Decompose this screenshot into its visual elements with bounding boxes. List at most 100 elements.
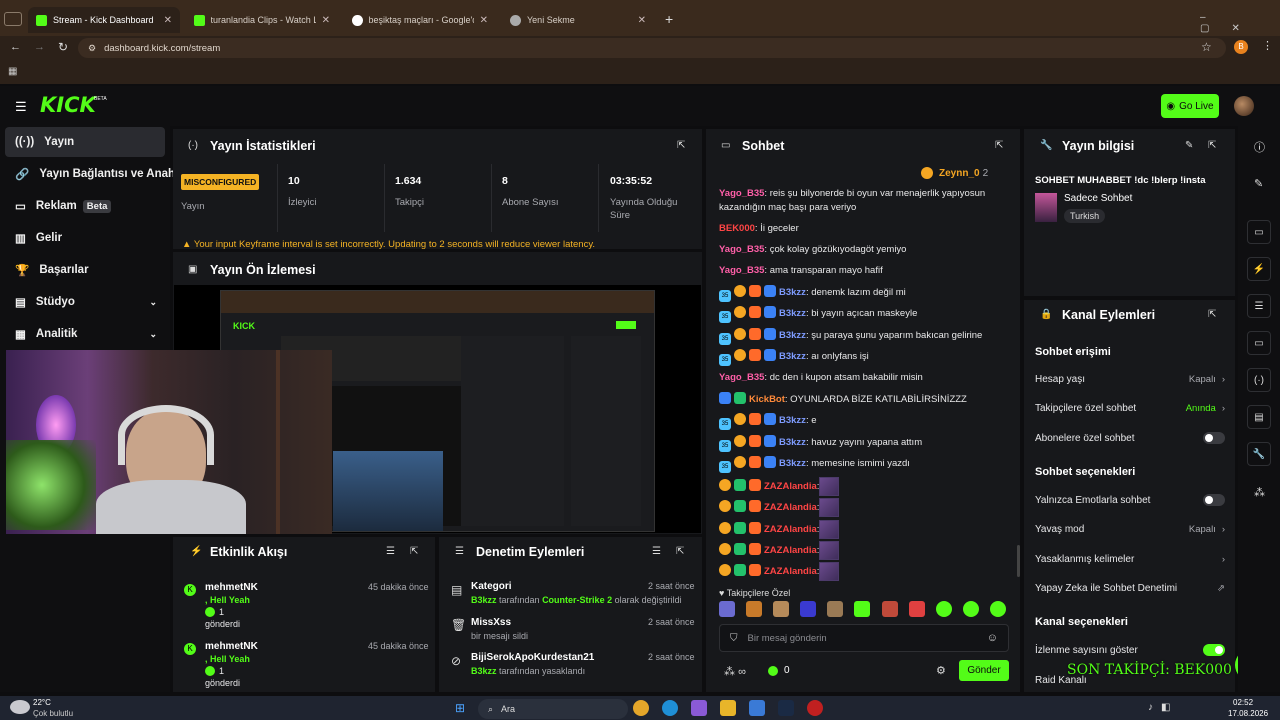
chat-username[interactable]: B3kzz [779,437,806,448]
setting-banned-words[interactable]: Yasaklanmış kelimeler › [1035,552,1225,566]
chat-message[interactable]: Yago_B35: çok kolay gözükıyodagöt yemiyo [719,243,1009,257]
chat-message[interactable]: Yago_B35: dc den i kupon atsam bakabilir… [719,371,1009,385]
chrome-taskbar-icon[interactable] [633,700,649,716]
rail-list-icon[interactable]: ☰ [1247,294,1271,318]
sidebar-item-analytics[interactable]: ▦ Analitik ⌄ [5,319,165,349]
chat-emote[interactable] [819,498,840,517]
rail-users-icon[interactable]: ⁂ [1254,486,1265,499]
chat-message[interactable]: ZAZAlandia: [719,541,1009,560]
setting-followers-only[interactable]: Takipçilere özel sohbet Anında › [1035,401,1225,415]
profile-icon[interactable]: B [1234,40,1248,54]
setting-slow-mode[interactable]: Yavaş mod Kapalı › [1035,522,1225,536]
hamburger-menu-icon[interactable]: ☰ [15,99,27,115]
chat-emote[interactable] [819,477,840,496]
chat-username[interactable]: B3kzz [779,351,806,362]
rail-wrench-icon[interactable]: 🔧 [1247,442,1271,466]
browser-menu-icon[interactable]: ⋮ [1262,39,1273,52]
chat-message[interactable]: Yago_B35: reis şu bilyonerde bi oyun var… [719,187,1009,215]
chat-username[interactable]: BEK000 [719,223,755,234]
browser-tab-clips[interactable]: turanlandia Clips - Watch Live o ✕ [186,7,338,33]
chat-username[interactable]: B3kzz [779,308,806,319]
chat-message[interactable]: 35 B3kzz: aı onlyfans işi [719,349,1009,366]
rail-chat-icon[interactable]: ▭ [1247,331,1271,355]
close-tab-icon[interactable]: ✕ [638,15,646,26]
new-tab-icon[interactable]: + [665,11,673,27]
rail-lightning-icon[interactable]: ⚡ [1247,257,1271,281]
sidebar-item-stream[interactable]: ((·)) Yayın [5,127,165,157]
site-info-icon[interactable]: ⚙ [88,43,96,54]
chat-emote[interactable] [819,541,840,560]
windows-start-icon[interactable]: ⊞ [455,701,465,715]
system-tray-icons[interactable]: ♪◧ [1148,702,1178,713]
close-tab-icon[interactable]: ✕ [164,15,172,26]
popout-icon[interactable]: ⇱ [1208,140,1216,151]
chat-username[interactable]: Yago_B35 [719,265,764,276]
chat-username[interactable]: B3kzz [779,415,806,426]
chat-username[interactable]: KickBot [749,394,785,405]
chat-username[interactable]: B3kzz [779,287,806,298]
pinned-gifter[interactable]: Zeynn_0 2 [921,167,988,179]
chat-message[interactable]: 35 B3kzz: denemk lazım değil mi [719,285,1009,302]
chat-message[interactable]: KickBot: OYUNLARDA BİZE KATILABİLİRSİNİZ… [719,392,1009,407]
chat-username[interactable]: ZAZAlandia [764,524,817,535]
taskbar-search[interactable]: ⌕ Ara [478,699,628,719]
setting-emote-only[interactable]: Yalnızca Emotlarla sohbet [1035,493,1225,507]
go-live-button[interactable]: ◉ Go Live [1161,94,1219,118]
chat-username[interactable]: ZAZAlandia [764,566,817,577]
chat-message[interactable]: 35 B3kzz: havuz yayını yapana attım [719,435,1009,452]
chat-settings-gear-icon[interactable]: ⚙ [936,664,946,677]
url-field[interactable]: ⚙ dashboard.kick.com/stream [78,38,1226,58]
language-tag[interactable]: Turkish [1064,209,1106,223]
sidebar-item-studio[interactable]: ▤ Stüdyo ⌄ [5,287,165,317]
close-tab-icon[interactable]: ✕ [322,15,330,26]
chat-username[interactable]: ZAZAlandia [764,481,817,492]
filter-icon[interactable]: ☰ [386,546,395,557]
browser-tab-google[interactable]: beşiktaş maçları - Google'da Ar ✕ [344,7,496,33]
edit-pencil-icon[interactable]: ✎ [1185,140,1193,151]
setting-subscribers-only[interactable]: Abonelere özel sohbet [1035,431,1225,445]
back-icon[interactable]: ← [10,41,21,53]
send-button[interactable]: Gönder [959,660,1009,681]
popout-icon[interactable]: ⇱ [676,546,684,557]
rail-moderation-icon[interactable]: ▤ [1247,405,1271,429]
chat-message[interactable]: ZAZAlandia: [719,562,1009,581]
chat-emote[interactable] [819,562,840,581]
obs-taskbar-icon[interactable] [807,700,823,716]
chat-username[interactable]: Yago_B35 [719,244,764,255]
chat-message[interactable]: 35 B3kzz: e [719,413,1009,430]
close-tab-icon[interactable]: ✕ [480,15,488,26]
browser-tab-new[interactable]: Yeni Sekme ✕ [502,7,654,33]
copilot-taskbar-icon[interactable] [691,700,707,716]
info-icon[interactable]: ⓘ [1254,139,1265,155]
edge-taskbar-icon[interactable] [662,700,678,716]
chat-message[interactable]: 35 B3kzz: bi yayın açıcan maskeyle [719,306,1009,323]
chat-input[interactable]: ⛉ Bir mesaj gönderin ☺ [719,624,1009,652]
popout-icon[interactable]: ⇱ [410,546,418,557]
chat-message[interactable]: ZAZAlandia: [719,520,1009,539]
popout-icon[interactable]: ⇱ [677,140,685,151]
sidebar-item-revenue[interactable]: ▥ Gelir [5,223,165,253]
chat-message[interactable]: 35 B3kzz: memesine ismimi yazdı [719,456,1009,473]
sidebar-item-ads[interactable]: ▭ Reklam Beta [5,191,165,221]
shield-icon[interactable]: ⛉ [730,633,738,644]
user-avatar[interactable] [1234,96,1254,116]
chat-message[interactable]: 35 B3kzz: şu paraya şunu yaparım bakıcan … [719,328,1009,345]
apps-grid-icon[interactable]: ▦ [8,66,17,77]
setting-ai-moderation[interactable]: Yapay Zeka ile Sohbet Denetimi ⇗ [1035,581,1225,595]
window-controls[interactable]: –▢✕ [1200,12,1280,34]
emoji-icon[interactable]: ☺ [987,632,998,644]
browser-tab-kick-dashboard[interactable]: Stream - Kick Dashboard ✕ [28,7,180,33]
chat-username[interactable]: Yago_B35 [719,188,764,199]
tab-search-icon[interactable] [4,12,22,26]
sidebar-item-achievements[interactable]: 🏆 Başarılar [5,255,165,285]
popout-icon[interactable]: ⇱ [1208,309,1216,320]
weather-cloud-icon[interactable] [10,700,30,714]
chat-scrollbar[interactable] [1017,545,1020,577]
chat-emote[interactable] [819,520,840,539]
rail-broadcast-icon[interactable]: (·) [1247,368,1271,392]
filter-icon[interactable]: ☰ [652,546,661,557]
chat-username[interactable]: ZAZAlandia [764,502,817,513]
steam-taskbar-icon[interactable] [778,700,794,716]
chat-username[interactable]: B3kzz [779,330,806,341]
setting-show-viewcount[interactable]: İzlenme sayısını göster [1035,643,1225,657]
